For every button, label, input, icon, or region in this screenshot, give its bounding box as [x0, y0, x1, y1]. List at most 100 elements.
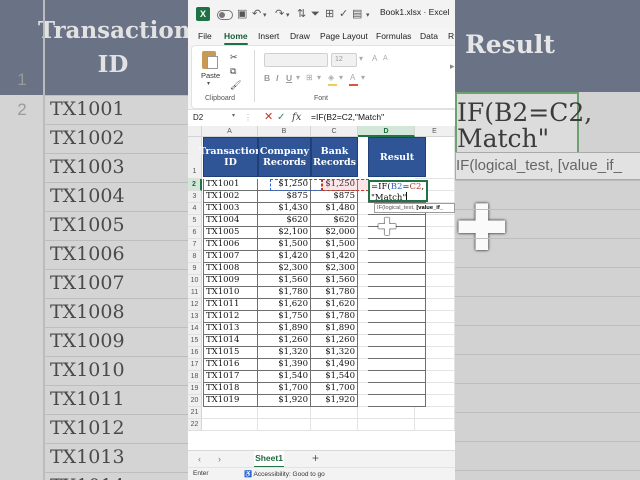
cell-company-record[interactable]: $1,420 [258, 251, 311, 263]
row-header[interactable]: 21 [188, 407, 202, 419]
undo-icon[interactable]: ↶ [252, 7, 261, 21]
cell-company-record[interactable]: $1,250 [258, 179, 311, 191]
insert-function-icon[interactable]: fx [292, 111, 301, 124]
row-header[interactable]: 9 [188, 263, 202, 275]
tab-draw[interactable]: Draw [290, 31, 310, 41]
row-header[interactable]: 19 [188, 383, 202, 395]
editing-cell-d2[interactable]: =IF(B2=C2, "Match" [368, 180, 428, 202]
bold-icon[interactable]: B [264, 73, 270, 83]
fill-color-icon[interactable]: ◈ [328, 73, 334, 83]
cell-result[interactable] [368, 395, 426, 407]
cell-company-record[interactable]: $1,780 [258, 287, 311, 299]
row-header[interactable]: 3 [188, 191, 202, 203]
row-header[interactable]: 14 [188, 323, 202, 335]
decrease-font-icon[interactable]: A [383, 54, 388, 64]
cell-transaction-id[interactable]: TX1019 [203, 395, 258, 407]
row-header[interactable]: 13 [188, 311, 202, 323]
cell-bank-record[interactable]: $1,500 [311, 239, 358, 251]
row-header[interactable]: 15 [188, 335, 202, 347]
filter-icon[interactable]: ⏷ [311, 7, 320, 21]
spell-check-icon[interactable]: ✓ [339, 7, 348, 21]
cell-company-record[interactable]: $1,890 [258, 323, 311, 335]
cell-company-record[interactable]: $1,620 [258, 299, 311, 311]
cell-result[interactable] [368, 263, 426, 275]
enter-icon[interactable]: ✓ [277, 111, 285, 124]
cell-bank-record[interactable]: $1,780 [311, 287, 358, 299]
cell-result[interactable] [368, 383, 426, 395]
cell-transaction-id[interactable]: TX1003 [203, 203, 258, 215]
cell-bank-record[interactable]: $1,560 [311, 275, 358, 287]
grid-cell[interactable] [202, 407, 258, 419]
name-box-dropdown-icon[interactable]: ▾ [232, 112, 235, 119]
borders-icon[interactable]: ⊞ [306, 73, 313, 83]
column-header-b[interactable]: B [258, 126, 311, 137]
cell-transaction-id[interactable]: TX1005 [203, 227, 258, 239]
cell-transaction-id[interactable]: TX1012 [203, 311, 258, 323]
row-header[interactable]: 4 [188, 203, 202, 215]
row-header[interactable]: 7 [188, 239, 202, 251]
grid-cell[interactable] [258, 419, 311, 431]
cell-result[interactable] [368, 371, 426, 383]
row-header[interactable]: 11 [188, 287, 202, 299]
prev-sheet-icon[interactable]: ‹ [198, 454, 201, 464]
cell-result[interactable] [368, 335, 426, 347]
grid-cell[interactable] [415, 407, 455, 419]
font-size-box[interactable]: 12 [331, 53, 357, 67]
cell-bank-record[interactable]: $1,250 [311, 179, 358, 191]
copy-icon[interactable]: ⧉ [230, 66, 236, 76]
cell-result[interactable] [368, 299, 426, 311]
cell-bank-record[interactable]: $1,420 [311, 251, 358, 263]
grid-cell[interactable] [202, 419, 258, 431]
cell-result[interactable] [368, 251, 426, 263]
cell-bank-record[interactable]: $1,920 [311, 395, 358, 407]
fill-color-dropdown-icon[interactable]: ▾ [339, 73, 343, 83]
cell-result[interactable] [368, 275, 426, 287]
print-preview-icon[interactable]: ▤ [352, 7, 362, 21]
borders-dropdown-icon[interactable]: ▾ [317, 73, 321, 83]
cell-transaction-id[interactable]: TX1008 [203, 263, 258, 275]
cell-company-record[interactable]: $1,390 [258, 359, 311, 371]
sheet-tab-sheet1[interactable]: Sheet1 [254, 451, 284, 468]
cell-transaction-id[interactable]: TX1018 [203, 383, 258, 395]
cell-company-record[interactable]: $620 [258, 215, 311, 227]
cell-transaction-id[interactable]: TX1011 [203, 299, 258, 311]
cell-company-record[interactable]: $1,540 [258, 371, 311, 383]
cell-transaction-id[interactable]: TX1002 [203, 191, 258, 203]
cell-bank-record[interactable]: $1,490 [311, 359, 358, 371]
paste-icon[interactable] [202, 51, 218, 69]
cell-company-record[interactable]: $2,100 [258, 227, 311, 239]
cell-bank-record[interactable]: $1,480 [311, 203, 358, 215]
row-header[interactable]: 6 [188, 227, 202, 239]
cell-transaction-id[interactable]: TX1017 [203, 371, 258, 383]
customize-toolbar-icon[interactable]: ▾ [366, 9, 370, 23]
accessibility-status[interactable]: ♿ Accessibility: Good to go [244, 470, 325, 478]
cell-transaction-id[interactable]: TX1016 [203, 359, 258, 371]
paste-label[interactable]: Paste [201, 71, 220, 80]
tab-formulas[interactable]: Formulas [376, 31, 411, 41]
redo-icon[interactable]: ↷ [275, 7, 284, 21]
grid-cell[interactable] [358, 407, 415, 419]
row-header[interactable]: 8 [188, 251, 202, 263]
cell-bank-record[interactable]: $1,260 [311, 335, 358, 347]
tab-data[interactable]: Data [420, 31, 438, 41]
row-header[interactable]: 18 [188, 371, 202, 383]
next-sheet-icon[interactable]: › [218, 454, 221, 464]
font-size-dropdown-icon[interactable]: ▾ [359, 54, 363, 64]
cell-bank-record[interactable]: $1,780 [311, 311, 358, 323]
column-header-c[interactable]: C [311, 126, 358, 137]
cell-company-record[interactable]: $875 [258, 191, 311, 203]
row-header[interactable]: 10 [188, 275, 202, 287]
cell-company-record[interactable]: $1,750 [258, 311, 311, 323]
cell-transaction-id[interactable]: TX1013 [203, 323, 258, 335]
cell-result[interactable] [368, 347, 426, 359]
row-header[interactable]: 17 [188, 359, 202, 371]
cell-bank-record[interactable]: $620 [311, 215, 358, 227]
tab-file[interactable]: File [198, 31, 212, 41]
tab-review[interactable]: R [448, 31, 454, 41]
grid-cell[interactable] [258, 407, 311, 419]
format-painter-icon[interactable]: 🖌 [230, 80, 241, 90]
cell-company-record[interactable]: $1,560 [258, 275, 311, 287]
column-header-a[interactable]: A [202, 126, 258, 137]
cell-transaction-id[interactable]: TX1010 [203, 287, 258, 299]
row-header[interactable]: 22 [188, 419, 202, 431]
